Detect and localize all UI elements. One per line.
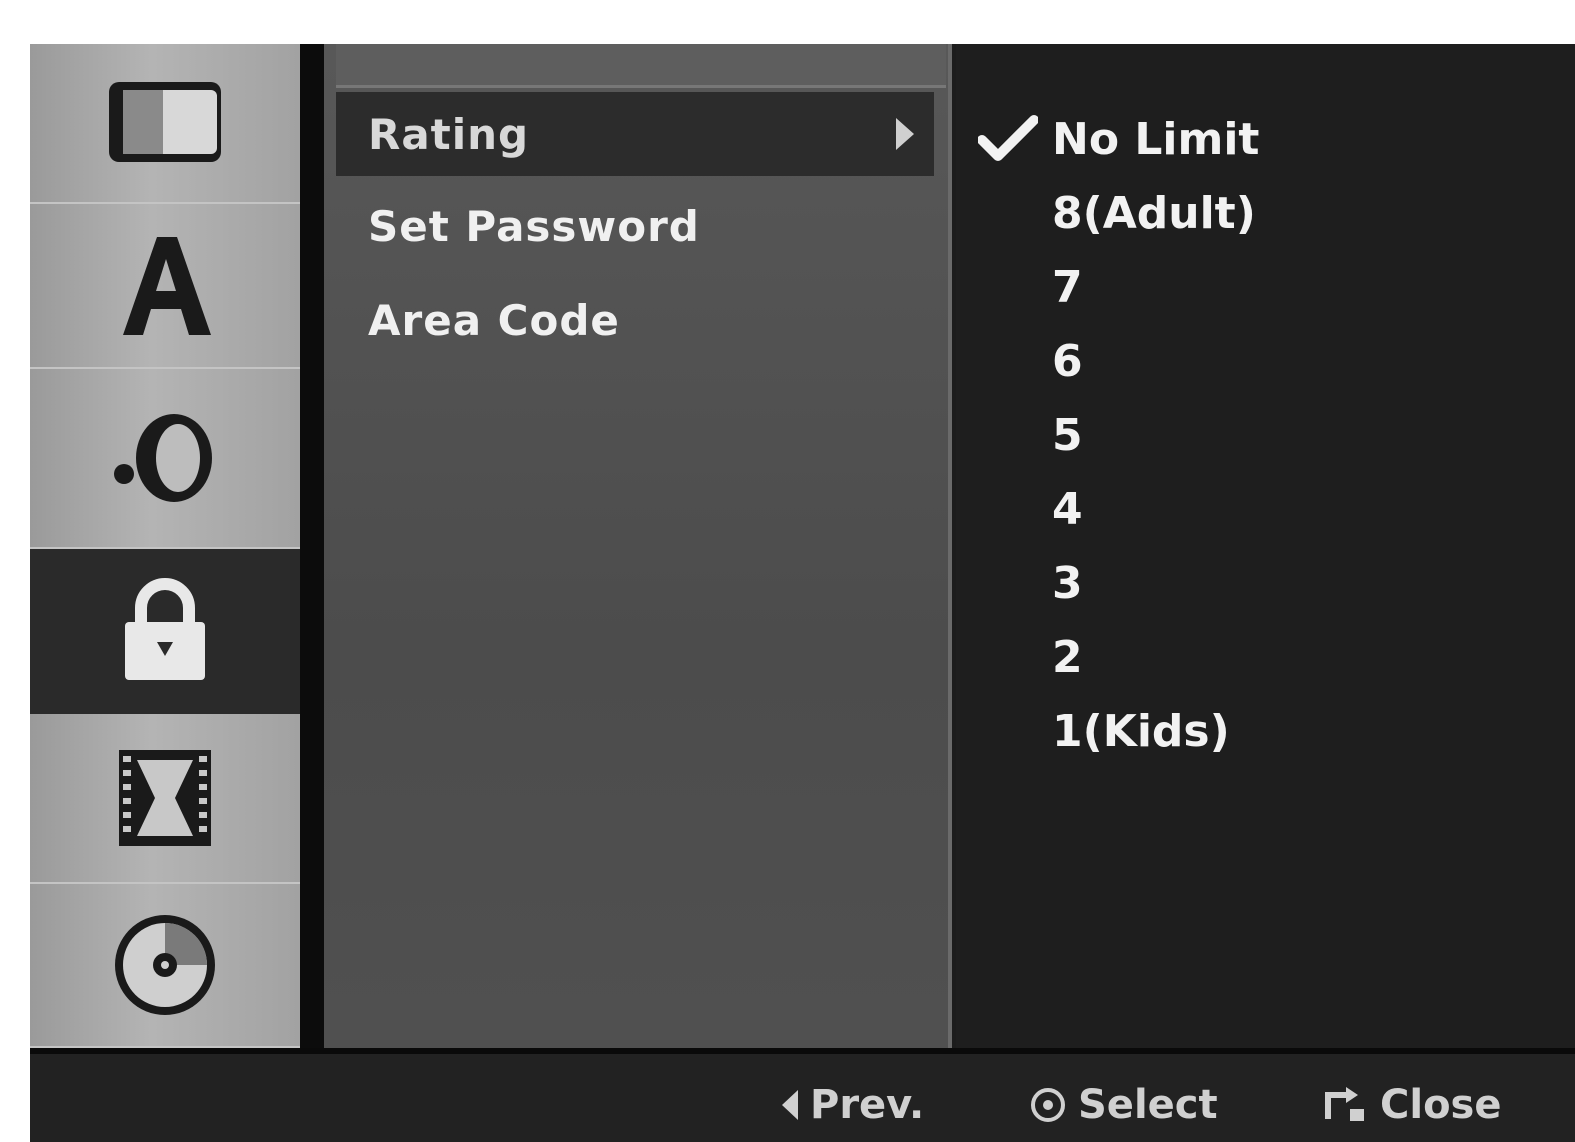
film-strip-icon: [119, 750, 211, 846]
sidebar-divider: [300, 44, 324, 1048]
speaker-audio-icon: [114, 414, 212, 502]
lock-icon: [125, 577, 205, 680]
category-display[interactable]: [30, 44, 300, 204]
return-button-icon: [1325, 1087, 1364, 1121]
rating-option[interactable]: 7: [1052, 252, 1083, 322]
enter-button-icon: [1031, 1088, 1065, 1122]
category-language[interactable]: [30, 204, 300, 369]
rating-option[interactable]: 1(Kids): [1052, 696, 1230, 766]
category-disc[interactable]: [30, 884, 300, 1048]
submenu-arrow-right-icon: [896, 118, 914, 150]
checkmark-icon: [978, 115, 1038, 161]
submenu-panel: Rating Set Password Area Code: [324, 44, 952, 1048]
prev-label: Prev.: [810, 1082, 925, 1128]
setup-menu-screen: Rating Set Password Area Code No Limit 8…: [30, 44, 1575, 1142]
tv-screen-icon: [109, 82, 221, 162]
submenu-item-label: Set Password: [368, 201, 700, 251]
submenu-item-set-password[interactable]: Set Password: [336, 184, 934, 268]
rating-option[interactable]: 8(Adult): [1052, 178, 1256, 248]
submenu-item-area-code[interactable]: Area Code: [336, 278, 934, 362]
submenu-item-label: Area Code: [368, 295, 620, 345]
category-sidebar: [30, 44, 300, 1048]
select-hint[interactable]: Select: [1030, 1082, 1218, 1128]
rating-option[interactable]: 3: [1052, 548, 1083, 618]
rating-option[interactable]: No Limit: [1052, 104, 1259, 174]
language-letter-a-icon: [123, 236, 211, 335]
rating-option[interactable]: 5: [1052, 400, 1083, 470]
category-film[interactable]: [30, 714, 300, 884]
category-lock[interactable]: [30, 549, 300, 714]
rating-option[interactable]: 4: [1052, 474, 1083, 544]
prev-hint[interactable]: Prev.: [782, 1082, 924, 1128]
submenu-header-bar: [336, 44, 946, 88]
help-bar: Prev. Select Close: [30, 1048, 1575, 1142]
select-label: Select: [1078, 1082, 1218, 1128]
close-label: Close: [1380, 1082, 1502, 1128]
rating-option[interactable]: 6: [1052, 326, 1083, 396]
rating-options-panel: No Limit 8(Adult) 7 6 5 4 3 2 1(Kids): [956, 44, 1575, 1048]
rating-option[interactable]: 2: [1052, 622, 1083, 692]
arrow-left-icon: [782, 1090, 798, 1120]
category-audio[interactable]: [30, 369, 300, 549]
submenu-item-label: Rating: [368, 109, 530, 159]
close-hint[interactable]: Close: [1320, 1082, 1501, 1128]
submenu-item-rating[interactable]: Rating: [336, 92, 934, 176]
disc-icon: [115, 915, 215, 1015]
